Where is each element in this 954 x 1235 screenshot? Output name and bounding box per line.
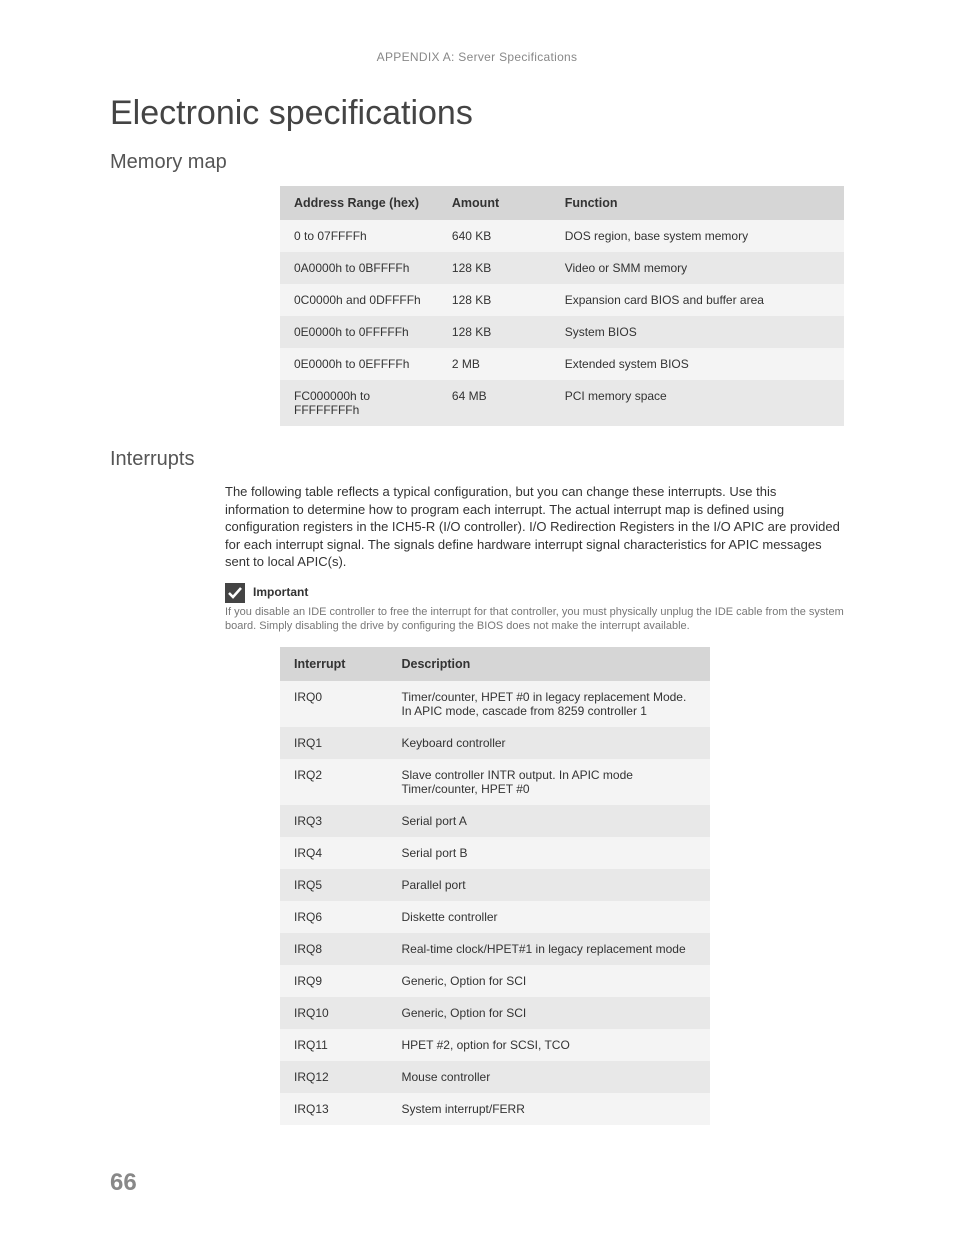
table-row: IRQ9Generic, Option for SCI (280, 965, 710, 997)
table-cell: IRQ8 (280, 933, 388, 965)
table-cell: 0E0000h to 0EFFFFh (280, 348, 438, 380)
table-row: IRQ12Mouse controller (280, 1061, 710, 1093)
table-cell: IRQ12 (280, 1061, 388, 1093)
table-cell: System BIOS (551, 316, 844, 348)
important-note: Important If you disable an IDE controll… (225, 583, 844, 634)
table-cell: IRQ5 (280, 869, 388, 901)
table-row: IRQ1Keyboard controller (280, 727, 710, 759)
table-row: 0C0000h and 0DFFFFh128 KBExpansion card … (280, 284, 844, 316)
table-cell: 0A0000h to 0BFFFFh (280, 252, 438, 284)
table-row: IRQ11HPET #2, option for SCSI, TCO (280, 1029, 710, 1061)
table-cell: 2 MB (438, 348, 551, 380)
table-cell: Parallel port (388, 869, 711, 901)
table-cell: IRQ11 (280, 1029, 388, 1061)
interrupts-table: Interrupt Description IRQ0Timer/counter,… (280, 647, 710, 1125)
col-header: Interrupt (280, 647, 388, 681)
table-cell: FC000000h to FFFFFFFFh (280, 380, 438, 426)
table-row: IRQ5Parallel port (280, 869, 710, 901)
section-heading-memory-map: Memory map (110, 151, 844, 174)
table-cell: HPET #2, option for SCSI, TCO (388, 1029, 711, 1061)
table-row: IRQ8Real-time clock/HPET#1 in legacy rep… (280, 933, 710, 965)
table-row: IRQ10Generic, Option for SCI (280, 997, 710, 1029)
table-row: IRQ6Diskette controller (280, 901, 710, 933)
table-cell: PCI memory space (551, 380, 844, 426)
table-row: IRQ2Slave controller INTR output. In API… (280, 759, 710, 805)
table-row: IRQ4Serial port B (280, 837, 710, 869)
table-cell: 640 KB (438, 220, 551, 252)
table-row: IRQ0Timer/counter, HPET #0 in legacy rep… (280, 681, 710, 727)
table-cell: 128 KB (438, 284, 551, 316)
table-row: IRQ3Serial port A (280, 805, 710, 837)
section-heading-interrupts: Interrupts (110, 448, 844, 471)
page-title: Electronic specifications (110, 94, 844, 133)
memory-map-table-block: Address Range (hex) Amount Function 0 to… (280, 186, 844, 426)
table-header-row: Address Range (hex) Amount Function (280, 186, 844, 220)
table-cell: Serial port A (388, 805, 711, 837)
table-cell: Video or SMM memory (551, 252, 844, 284)
table-cell: IRQ9 (280, 965, 388, 997)
table-cell: 128 KB (438, 316, 551, 348)
page-header: APPENDIX A: Server Specifications (110, 50, 844, 64)
col-header: Function (551, 186, 844, 220)
table-cell: Diskette controller (388, 901, 711, 933)
table-row: 0A0000h to 0BFFFFh128 KBVideo or SMM mem… (280, 252, 844, 284)
table-cell: Generic, Option for SCI (388, 965, 711, 997)
col-header: Description (388, 647, 711, 681)
note-title: Important (253, 585, 308, 601)
interrupts-table-block: Interrupt Description IRQ0Timer/counter,… (280, 647, 710, 1125)
table-cell: IRQ1 (280, 727, 388, 759)
table-cell: Real-time clock/HPET#1 in legacy replace… (388, 933, 711, 965)
table-cell: System interrupt/FERR (388, 1093, 711, 1125)
page-number: 66 (110, 1169, 137, 1197)
table-cell: 64 MB (438, 380, 551, 426)
table-cell: IRQ2 (280, 759, 388, 805)
table-cell: Timer/counter, HPET #0 in legacy replace… (388, 681, 711, 727)
table-row: IRQ13System interrupt/FERR (280, 1093, 710, 1125)
table-cell: Serial port B (388, 837, 711, 869)
table-cell: IRQ0 (280, 681, 388, 727)
memory-map-table: Address Range (hex) Amount Function 0 to… (280, 186, 844, 426)
col-header: Address Range (hex) (280, 186, 438, 220)
table-cell: 0E0000h to 0FFFFFh (280, 316, 438, 348)
checkmark-icon (225, 583, 245, 603)
table-cell: IRQ4 (280, 837, 388, 869)
table-cell: Generic, Option for SCI (388, 997, 711, 1029)
note-body: If you disable an IDE controller to free… (225, 606, 844, 632)
interrupts-paragraph: The following table reflects a typical c… (225, 483, 844, 571)
table-row: 0E0000h to 0EFFFFh2 MBExtended system BI… (280, 348, 844, 380)
table-row: FC000000h to FFFFFFFFh64 MBPCI memory sp… (280, 380, 844, 426)
table-cell: IRQ10 (280, 997, 388, 1029)
table-cell: Mouse controller (388, 1061, 711, 1093)
table-cell: 0 to 07FFFFh (280, 220, 438, 252)
table-cell: Extended system BIOS (551, 348, 844, 380)
table-cell: Keyboard controller (388, 727, 711, 759)
table-cell: IRQ6 (280, 901, 388, 933)
col-header: Amount (438, 186, 551, 220)
table-cell: 128 KB (438, 252, 551, 284)
table-cell: IRQ3 (280, 805, 388, 837)
table-cell: DOS region, base system memory (551, 220, 844, 252)
table-cell: 0C0000h and 0DFFFFh (280, 284, 438, 316)
table-row: 0E0000h to 0FFFFFh128 KBSystem BIOS (280, 316, 844, 348)
table-row: 0 to 07FFFFh640 KBDOS region, base syste… (280, 220, 844, 252)
table-cell: Slave controller INTR output. In APIC mo… (388, 759, 711, 805)
table-header-row: Interrupt Description (280, 647, 710, 681)
table-cell: IRQ13 (280, 1093, 388, 1125)
table-cell: Expansion card BIOS and buffer area (551, 284, 844, 316)
